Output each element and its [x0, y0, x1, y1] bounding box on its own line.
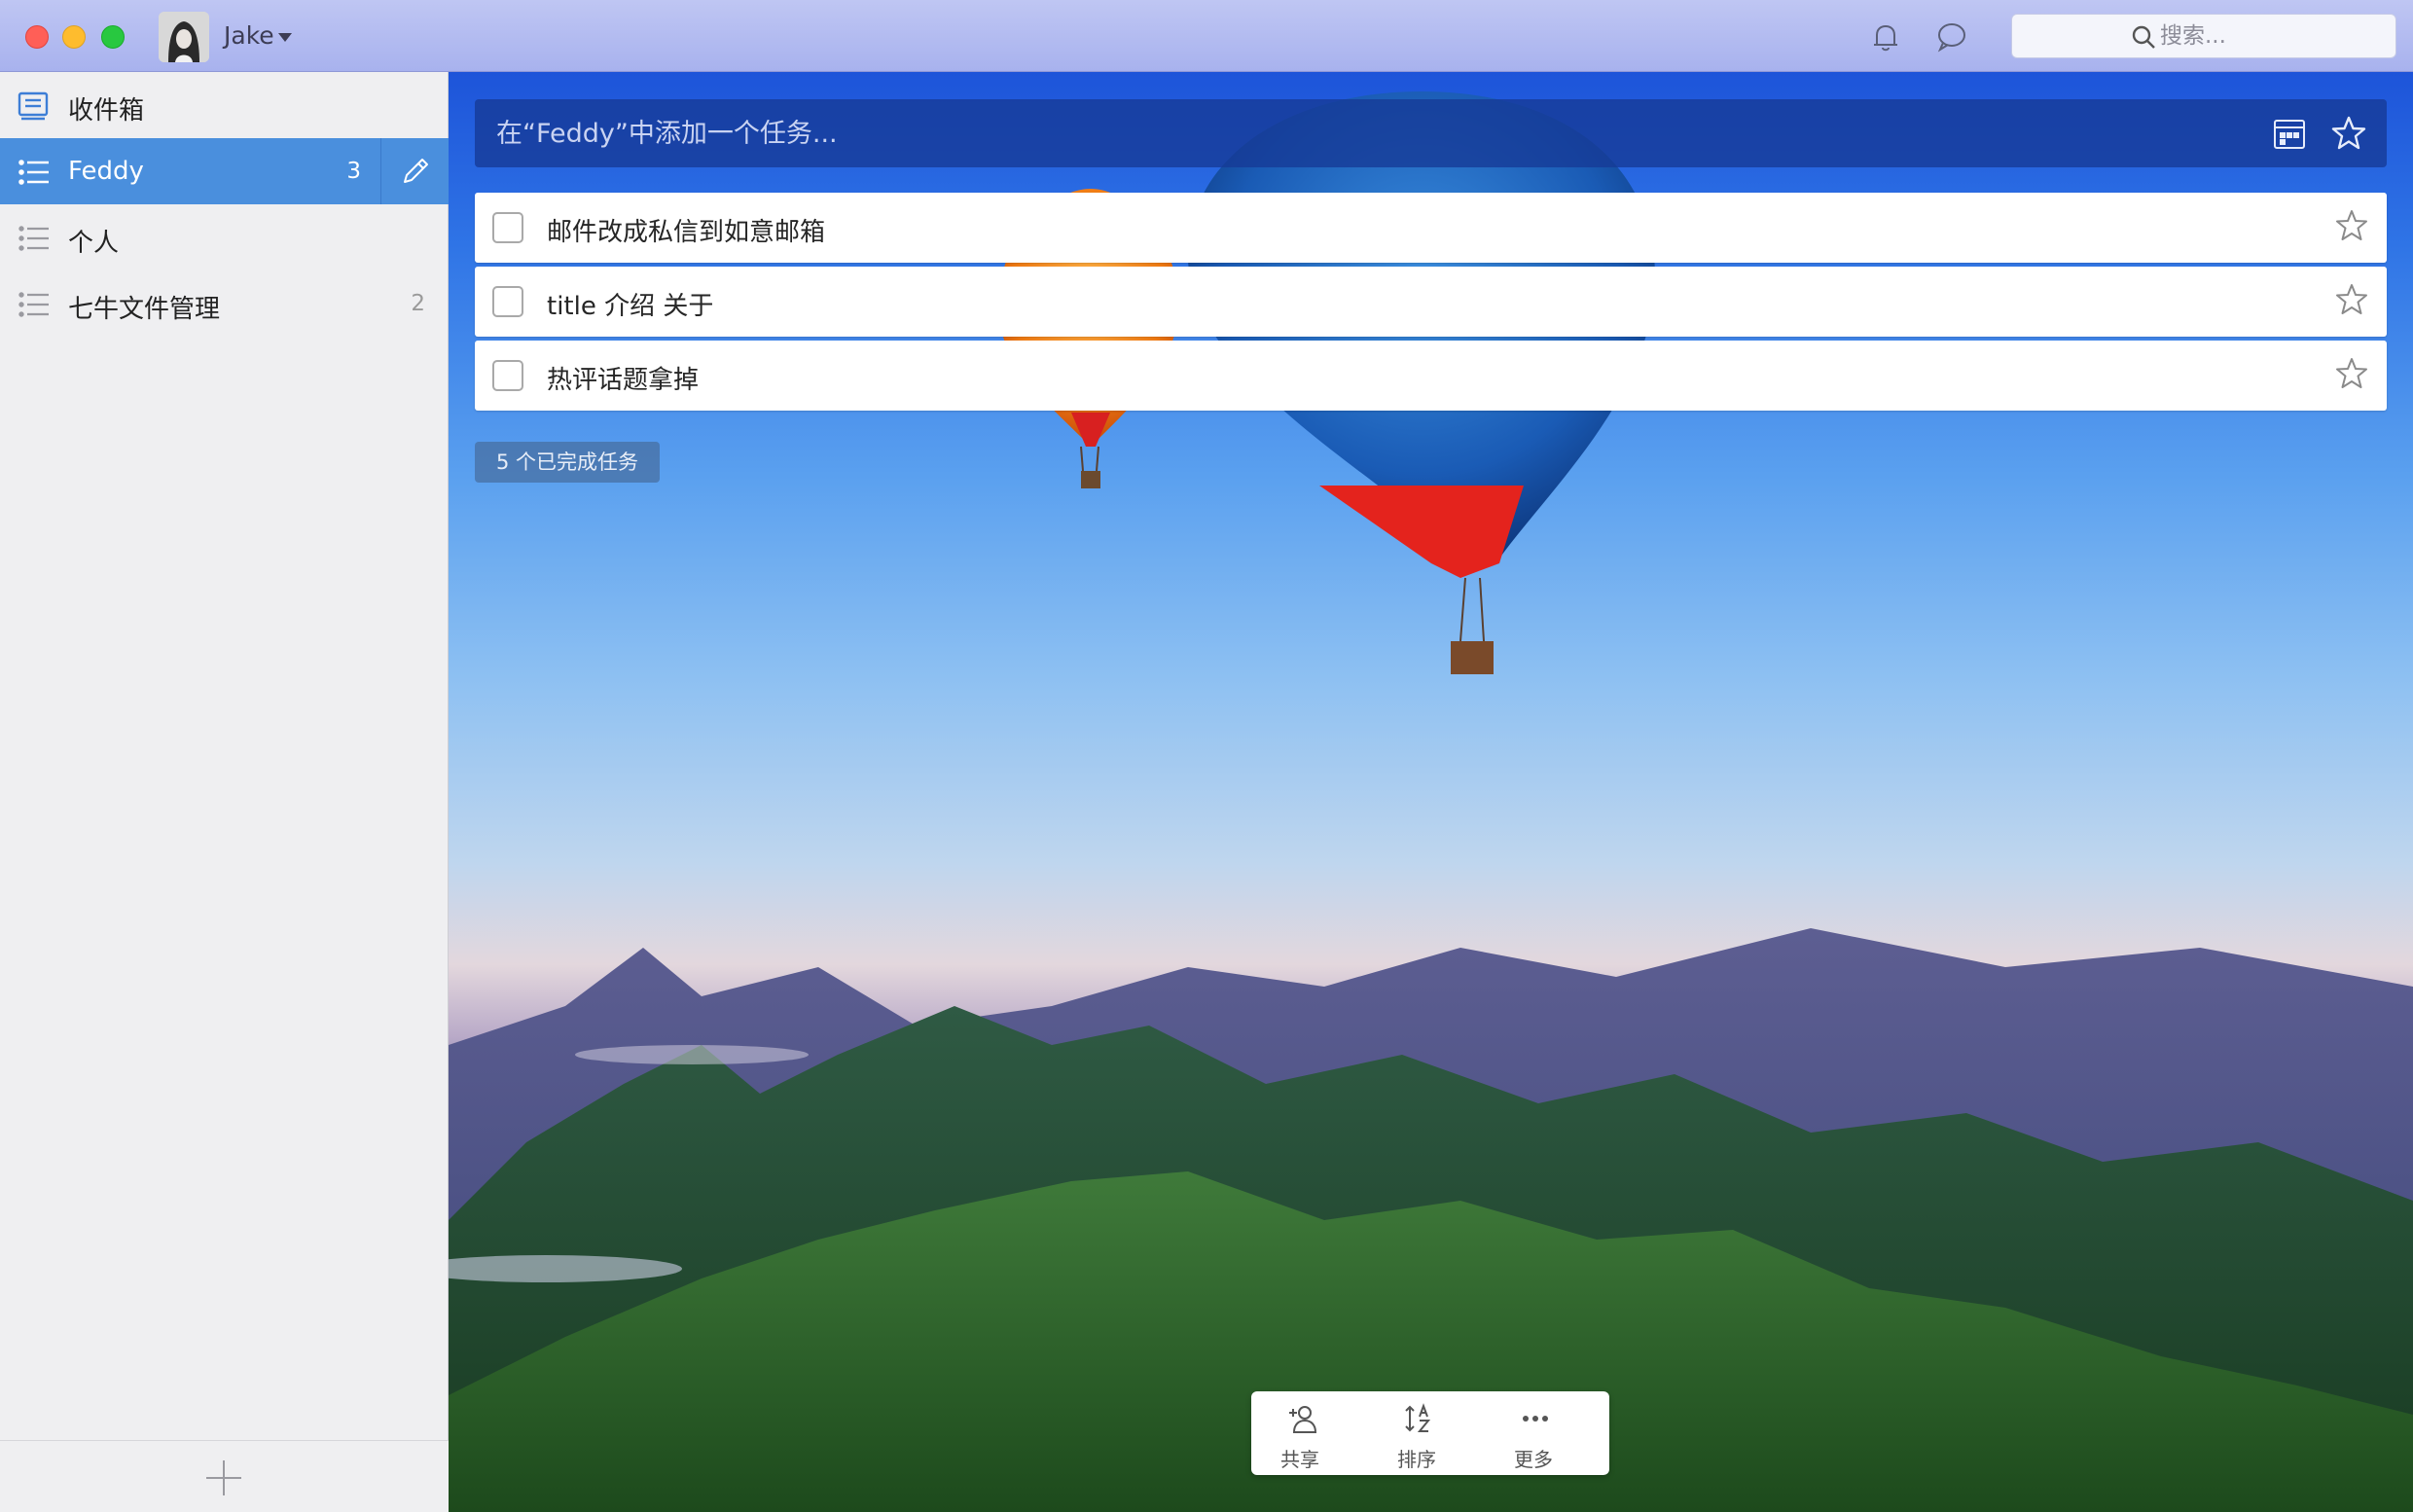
sidebar-item-inbox[interactable]: 收件箱 — [0, 72, 449, 138]
task-checkbox[interactable] — [492, 212, 523, 243]
task-title[interactable]: 邮件改成私信到如意邮箱 — [547, 212, 825, 248]
conversations-icon[interactable] — [1934, 19, 1969, 54]
sidebar-item-feddy[interactable]: Feddy 3 — [0, 138, 449, 204]
more-dots-icon — [1523, 1416, 1548, 1422]
search-icon — [2132, 25, 2155, 49]
sidebar-item-count: 3 — [346, 159, 361, 184]
list-icon — [18, 160, 49, 185]
task-checkbox[interactable] — [492, 286, 523, 317]
plus-icon[interactable] — [204, 1458, 243, 1497]
minimize-window-button[interactable] — [62, 25, 86, 49]
zoom-window-button[interactable] — [101, 25, 125, 49]
chevron-down-icon[interactable] — [278, 33, 292, 42]
sidebar-item-label: 收件箱 — [68, 96, 145, 126]
avatar[interactable] — [159, 12, 209, 62]
sidebar-footer — [0, 1440, 449, 1512]
task-title[interactable]: title 介绍 关于 — [547, 286, 713, 322]
star-icon[interactable] — [2334, 208, 2369, 243]
more-button[interactable]: 更多 — [1485, 1391, 1582, 1475]
share-button[interactable]: 共享 — [1251, 1391, 1349, 1475]
titlebar: Jake — [0, 0, 2413, 72]
bell-icon[interactable] — [1868, 19, 1903, 54]
star-icon[interactable] — [2334, 282, 2369, 317]
sidebar-item-label: Feddy — [68, 157, 144, 186]
add-task-input[interactable] — [496, 113, 2150, 154]
task-item[interactable]: title 介绍 关于 — [475, 267, 2387, 337]
show-completed-button[interactable]: 5 个已完成任务 — [475, 442, 661, 483]
close-window-button[interactable] — [25, 25, 49, 49]
task-item[interactable]: 热评话题拿掉 — [475, 341, 2387, 411]
pencil-icon — [404, 159, 428, 183]
share-label: 共享 — [1280, 1448, 1319, 1471]
sort-button[interactable]: 排序 — [1368, 1391, 1465, 1475]
calendar-icon[interactable] — [2272, 117, 2307, 152]
list-icon — [18, 292, 49, 317]
star-icon[interactable] — [2334, 356, 2369, 391]
more-label: 更多 — [1514, 1448, 1553, 1471]
sort-label: 排序 — [1397, 1448, 1436, 1471]
bottom-toolbar: 共享 排序 更多 — [1251, 1391, 1609, 1475]
sidebar-item-qiniu[interactable]: 七牛文件管理 2 — [0, 270, 449, 337]
task-item[interactable]: 邮件改成私信到如意邮箱 — [475, 193, 2387, 263]
sidebar-item-label: 个人 — [68, 229, 120, 258]
list-icon — [18, 226, 49, 251]
task-title[interactable]: 热评话题拿掉 — [547, 360, 699, 396]
user-name[interactable]: Jake — [224, 21, 274, 50]
edit-list-button[interactable] — [380, 138, 449, 204]
add-person-icon — [1289, 1406, 1317, 1433]
search-input[interactable] — [2160, 20, 2384, 52]
inbox-icon — [18, 91, 49, 121]
star-icon[interactable] — [2330, 115, 2367, 152]
search-box[interactable] — [2011, 14, 2396, 58]
sidebar-item-label: 七牛文件管理 — [68, 295, 221, 324]
task-checkbox[interactable] — [492, 360, 523, 391]
sidebar-item-personal[interactable]: 个人 — [0, 204, 449, 270]
sidebar-item-count: 2 — [411, 291, 425, 316]
sort-az-icon — [1405, 1403, 1431, 1432]
task-list-panel: 邮件改成私信到如意邮箱 title 介绍 关于 热评话题拿掉 5 个已完成任务 — [449, 72, 2413, 1512]
app-window: Jake 搜索... 收件箱 Feddy 3 个人 七牛文件管理 2 在“Fed… — [0, 0, 2413, 1512]
sidebar: 收件箱 Feddy 3 个人 七牛文件管理 2 — [0, 72, 449, 1512]
add-task-bar[interactable] — [475, 99, 2387, 167]
